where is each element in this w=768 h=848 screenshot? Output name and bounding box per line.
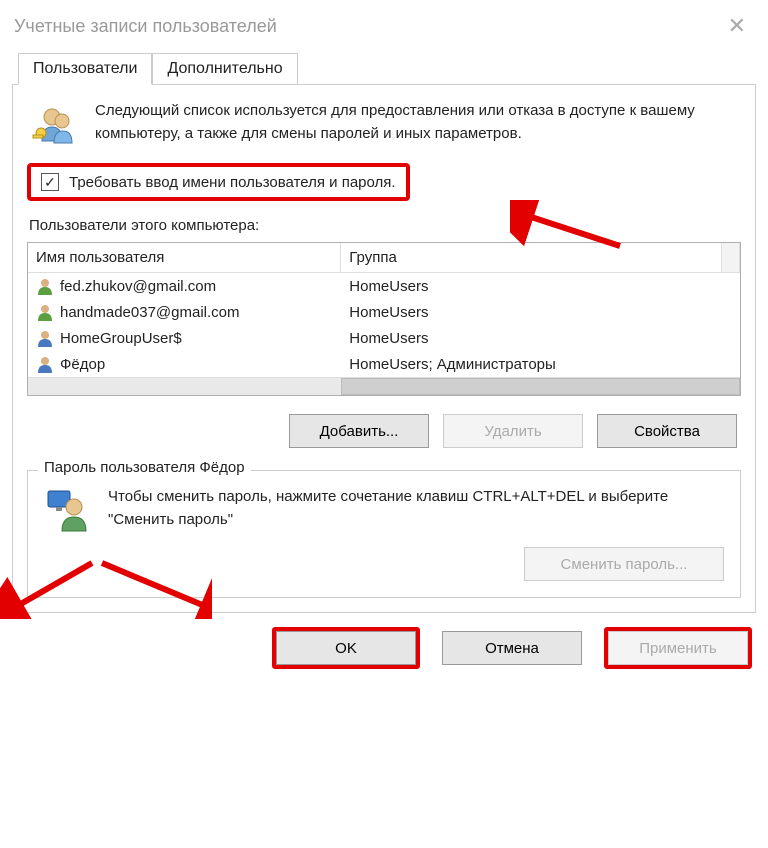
- tab-strip: Пользователи Дополнительно: [12, 53, 756, 85]
- user-name: handmade037@gmail.com: [60, 304, 240, 321]
- add-button[interactable]: Добавить...: [289, 414, 429, 448]
- require-password-checkbox-highlight: ✓ Требовать ввод имени пользователя и па…: [27, 163, 410, 201]
- user-icon: [36, 277, 54, 295]
- require-password-label: Требовать ввод имени пользователя и паро…: [69, 174, 396, 191]
- column-header-spacer: [722, 243, 740, 272]
- user-icon: [36, 303, 54, 321]
- close-icon[interactable]: ✕: [720, 13, 754, 39]
- cancel-button[interactable]: Отмена: [442, 631, 582, 665]
- apply-button: Применить: [608, 631, 748, 665]
- window-title: Учетные записи пользователей: [14, 16, 277, 37]
- user-icon: [36, 355, 54, 373]
- user-icon: [36, 329, 54, 347]
- properties-button[interactable]: Свойства: [597, 414, 737, 448]
- user-group: HomeUsers; Администраторы: [341, 351, 740, 377]
- ok-highlight: OK: [272, 627, 420, 669]
- user-group: HomeUsers: [341, 273, 740, 299]
- users-listview[interactable]: Имя пользователя Группа fed.zhukov@gmail…: [27, 242, 741, 396]
- user-monitor-icon: [44, 485, 92, 533]
- table-row[interactable]: Фёдор HomeUsers; Администраторы: [28, 351, 740, 377]
- delete-button: Удалить: [443, 414, 583, 448]
- column-header-username[interactable]: Имя пользователя: [28, 243, 341, 272]
- user-group: HomeUsers: [341, 325, 740, 351]
- table-row[interactable]: HomeGroupUser$ HomeUsers: [28, 325, 740, 351]
- table-row[interactable]: fed.zhukov@gmail.com HomeUsers: [28, 273, 740, 299]
- table-row[interactable]: handmade037@gmail.com HomeUsers: [28, 299, 740, 325]
- user-name: Фёдор: [60, 356, 105, 373]
- password-hint-text: Чтобы сменить пароль, нажмите сочетание …: [108, 485, 724, 533]
- tab-panel-users: Следующий список используется для предос…: [12, 84, 756, 613]
- apply-highlight: Применить: [604, 627, 752, 669]
- password-legend: Пароль пользователя Фёдор: [38, 459, 251, 476]
- column-header-group[interactable]: Группа: [341, 243, 722, 272]
- tab-users[interactable]: Пользователи: [18, 53, 152, 85]
- tab-advanced[interactable]: Дополнительно: [152, 53, 297, 85]
- user-name: fed.zhukov@gmail.com: [60, 278, 216, 295]
- intro-text: Следующий список используется для предос…: [95, 99, 737, 151]
- users-key-icon: [31, 103, 79, 151]
- horizontal-scrollbar[interactable]: [28, 377, 740, 395]
- user-name: HomeGroupUser$: [60, 330, 182, 347]
- users-list-label: Пользователи этого компьютера:: [27, 217, 741, 234]
- require-password-checkbox[interactable]: ✓: [41, 173, 59, 191]
- user-group: HomeUsers: [341, 299, 740, 325]
- ok-button[interactable]: OK: [276, 631, 416, 665]
- scrollbar-thumb[interactable]: [341, 378, 740, 395]
- listview-header: Имя пользователя Группа: [28, 243, 740, 273]
- change-password-button: Сменить пароль...: [524, 547, 724, 581]
- password-fieldset: Пароль пользователя Фёдор Чтобы сменить …: [27, 470, 741, 598]
- titlebar: Учетные записи пользователей ✕: [0, 0, 768, 48]
